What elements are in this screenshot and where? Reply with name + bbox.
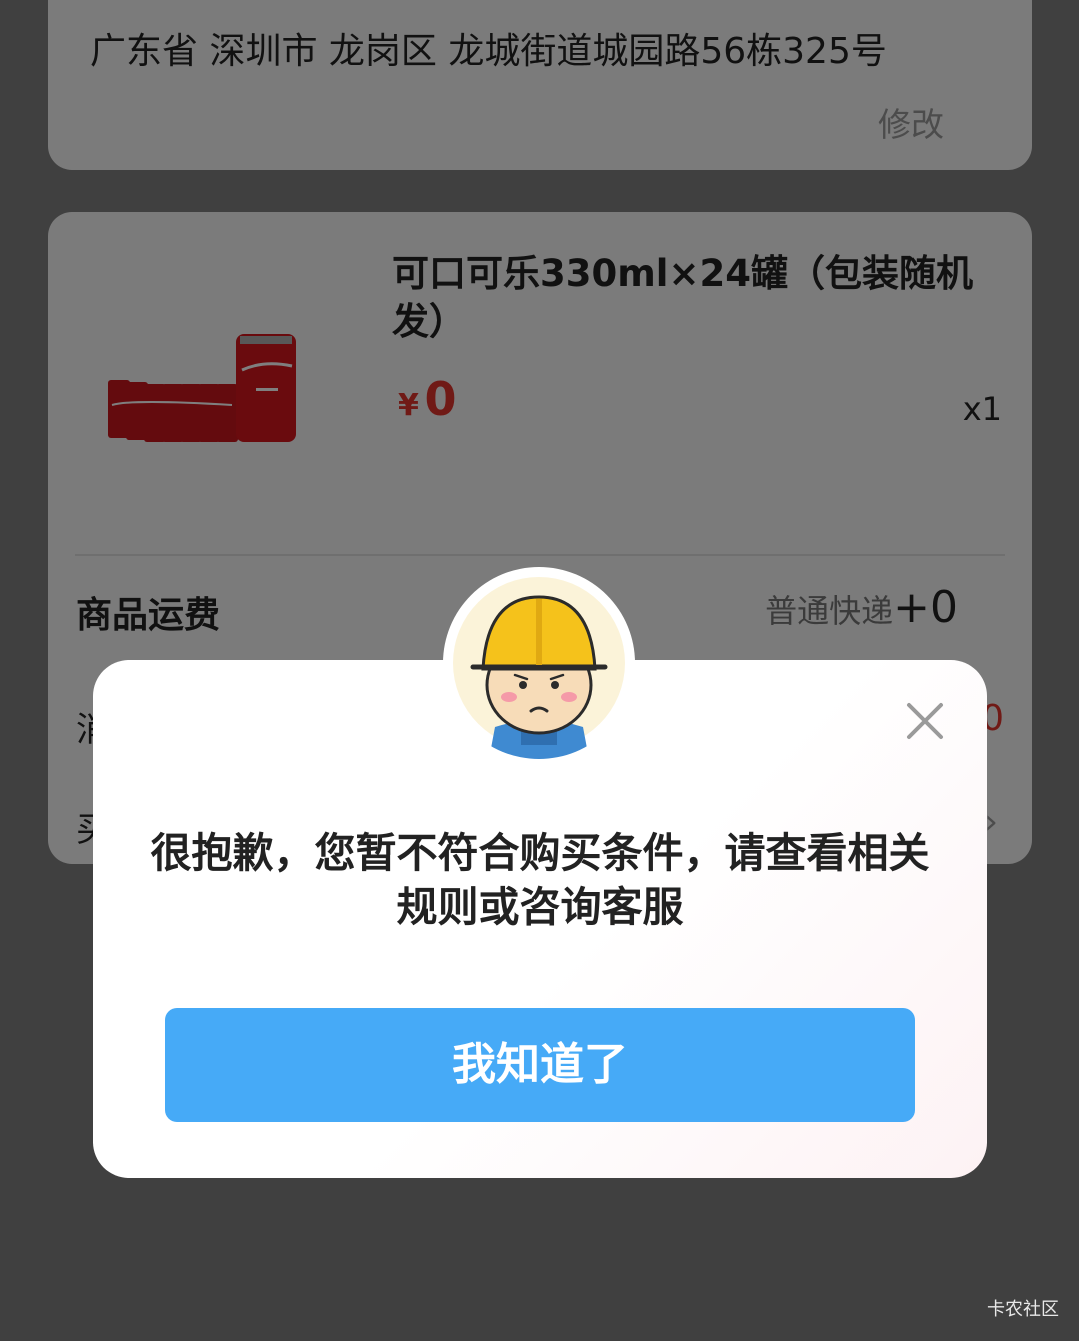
- dialog-message: 很抱歉，您暂不符合购买条件，请查看相关规则或咨询客服: [150, 829, 930, 931]
- worker-mascot-avatar-icon: [443, 567, 635, 759]
- acknowledge-button[interactable]: 我知道了: [165, 1008, 915, 1122]
- close-icon[interactable]: [904, 700, 946, 742]
- watermark: 卡农社区: [987, 1299, 1059, 1320]
